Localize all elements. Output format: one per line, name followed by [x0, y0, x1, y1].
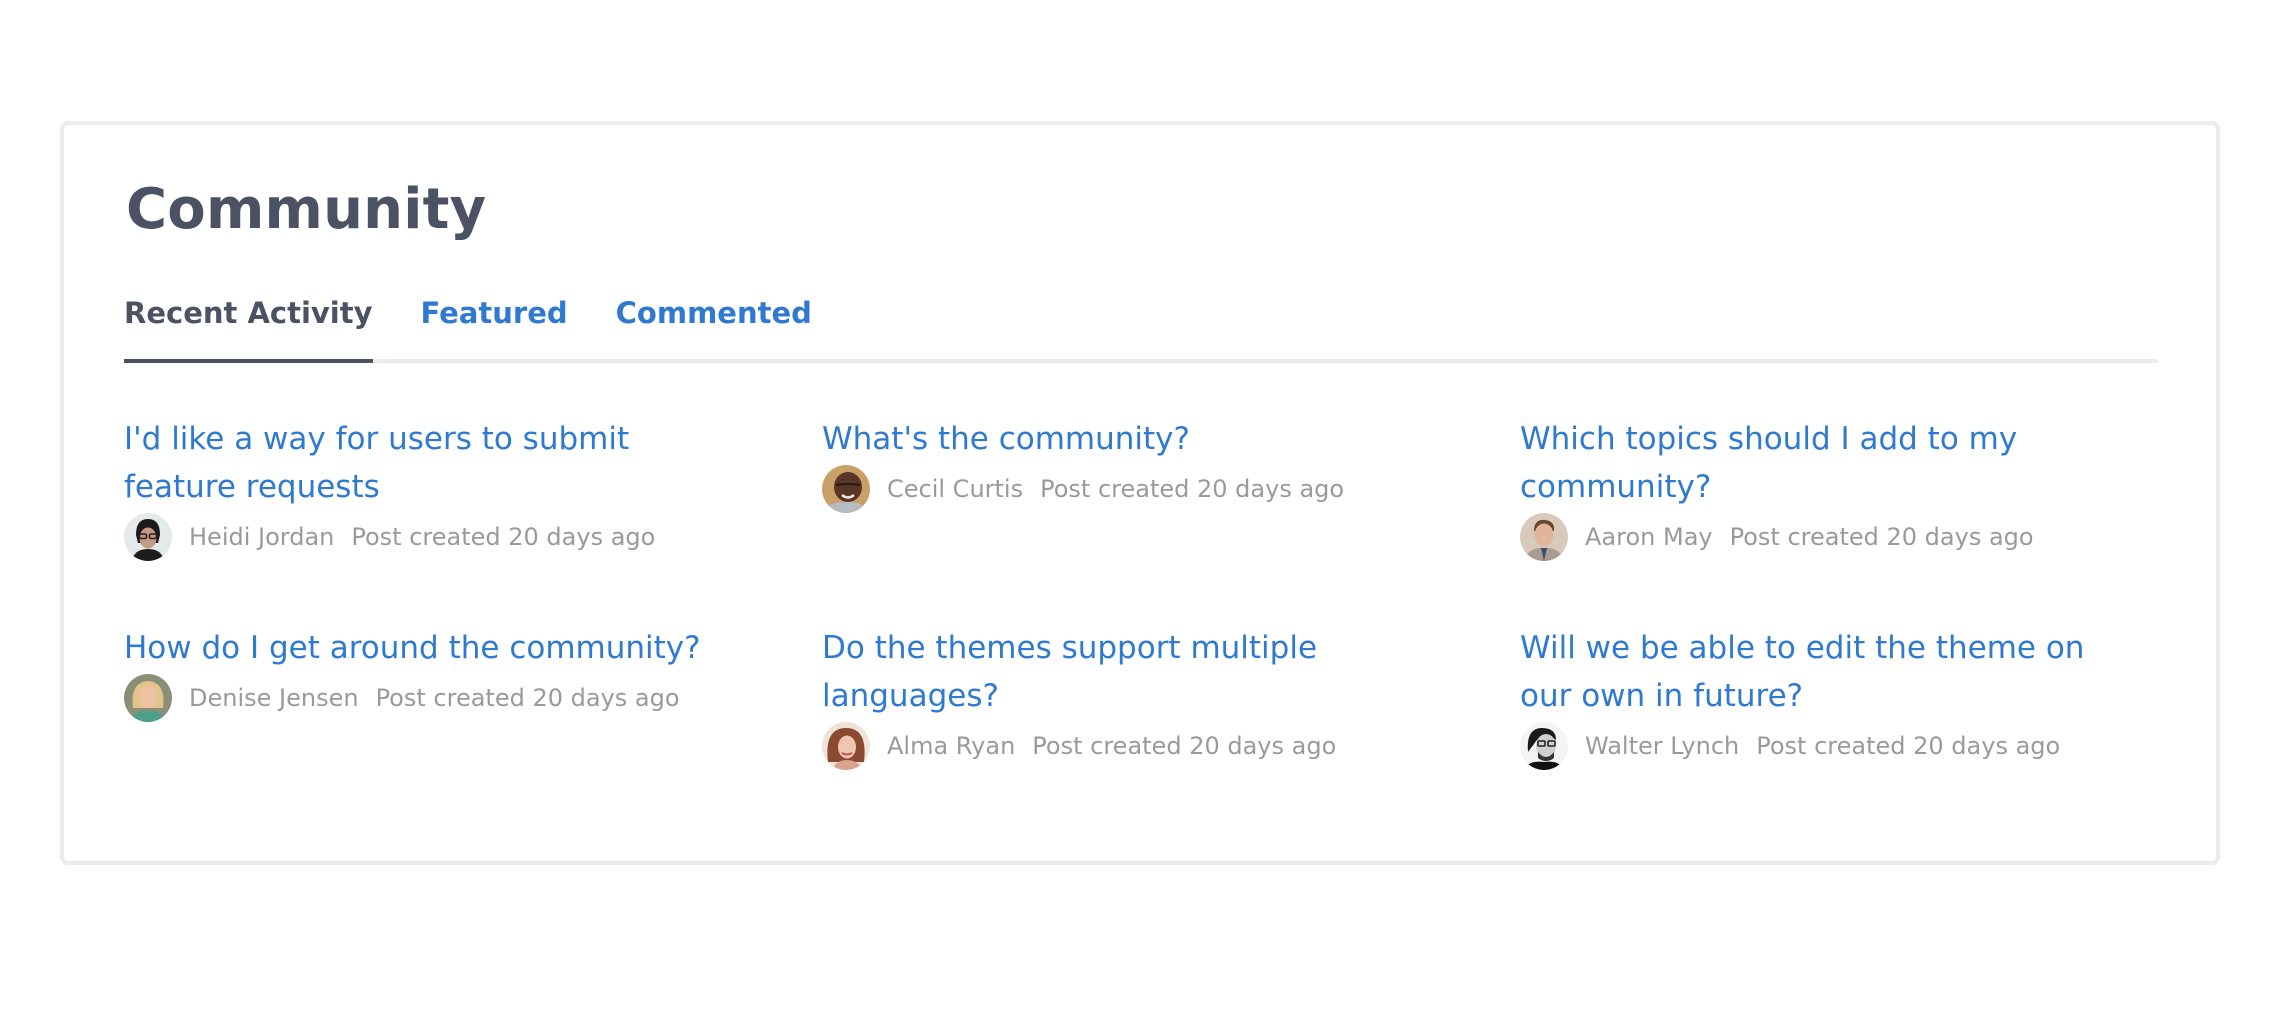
post-title-link[interactable]: What's the community? [822, 415, 1459, 463]
tab-featured[interactable]: Featured [421, 287, 568, 359]
post-title-link[interactable]: How do I get around the community? [124, 624, 761, 672]
post-timestamp: Post created 20 days ago [1032, 732, 1337, 760]
community-widget: Community Recent Activity Featured Comme… [60, 121, 2220, 865]
tab-recent-activity[interactable]: Recent Activity [124, 287, 373, 363]
author-name[interactable]: Walter Lynch [1585, 732, 1739, 760]
post-item: How do I get around the community? Denis… [124, 624, 761, 770]
avatar-aaron-may-icon[interactable] [1520, 513, 1568, 561]
post-meta: Aaron May Post created 20 days ago [1520, 513, 2157, 561]
post-title-link[interactable]: Will we be able to edit the theme on our… [1520, 624, 2157, 720]
author-name[interactable]: Denise Jensen [189, 684, 359, 712]
avatar-cecil-curtis-icon[interactable] [822, 465, 870, 513]
avatar-alma-ryan-icon[interactable] [822, 722, 870, 770]
post-item: I'd like a way for users to submit featu… [124, 415, 761, 561]
post-title-link[interactable]: Do the themes support multiple languages… [822, 624, 1459, 720]
post-timestamp: Post created 20 days ago [1040, 475, 1345, 503]
post-item: Which topics should I add to my communit… [1520, 415, 2157, 561]
author-name[interactable]: Heidi Jordan [189, 523, 334, 551]
post-timestamp: Post created 20 days ago [1756, 732, 2061, 760]
post-meta: Alma Ryan Post created 20 days ago [822, 722, 1459, 770]
post-timestamp: Post created 20 days ago [351, 523, 656, 551]
tab-commented[interactable]: Commented [616, 287, 812, 359]
post-timestamp: Post created 20 days ago [375, 684, 680, 712]
post-title-link[interactable]: I'd like a way for users to submit featu… [124, 415, 761, 511]
post-meta: Denise Jensen Post created 20 days ago [124, 674, 761, 722]
post-meta: Walter Lynch Post created 20 days ago [1520, 722, 2157, 770]
post-title-link[interactable]: Which topics should I add to my communit… [1520, 415, 2157, 511]
post-timestamp: Post created 20 days ago [1729, 523, 2034, 551]
avatar-heidi-jordan-icon[interactable] [124, 513, 172, 561]
post-meta: Cecil Curtis Post created 20 days ago [822, 465, 1459, 513]
widget-title: Community [126, 177, 487, 242]
post-item: Will we be able to edit the theme on our… [1520, 624, 2157, 770]
post-item: Do the themes support multiple languages… [822, 624, 1459, 770]
post-list: I'd like a way for users to submit featu… [124, 415, 2158, 770]
author-name[interactable]: Alma Ryan [887, 732, 1015, 760]
post-meta: Heidi Jordan Post created 20 days ago [124, 513, 761, 561]
author-name[interactable]: Cecil Curtis [887, 475, 1023, 503]
post-item: What's the community? Cecil Curtis Post … [822, 415, 1459, 561]
avatar-denise-jensen-icon[interactable] [124, 674, 172, 722]
tab-bar: Recent Activity Featured Commented [124, 287, 2158, 363]
avatar-walter-lynch-icon[interactable] [1520, 722, 1568, 770]
author-name[interactable]: Aaron May [1585, 523, 1713, 551]
